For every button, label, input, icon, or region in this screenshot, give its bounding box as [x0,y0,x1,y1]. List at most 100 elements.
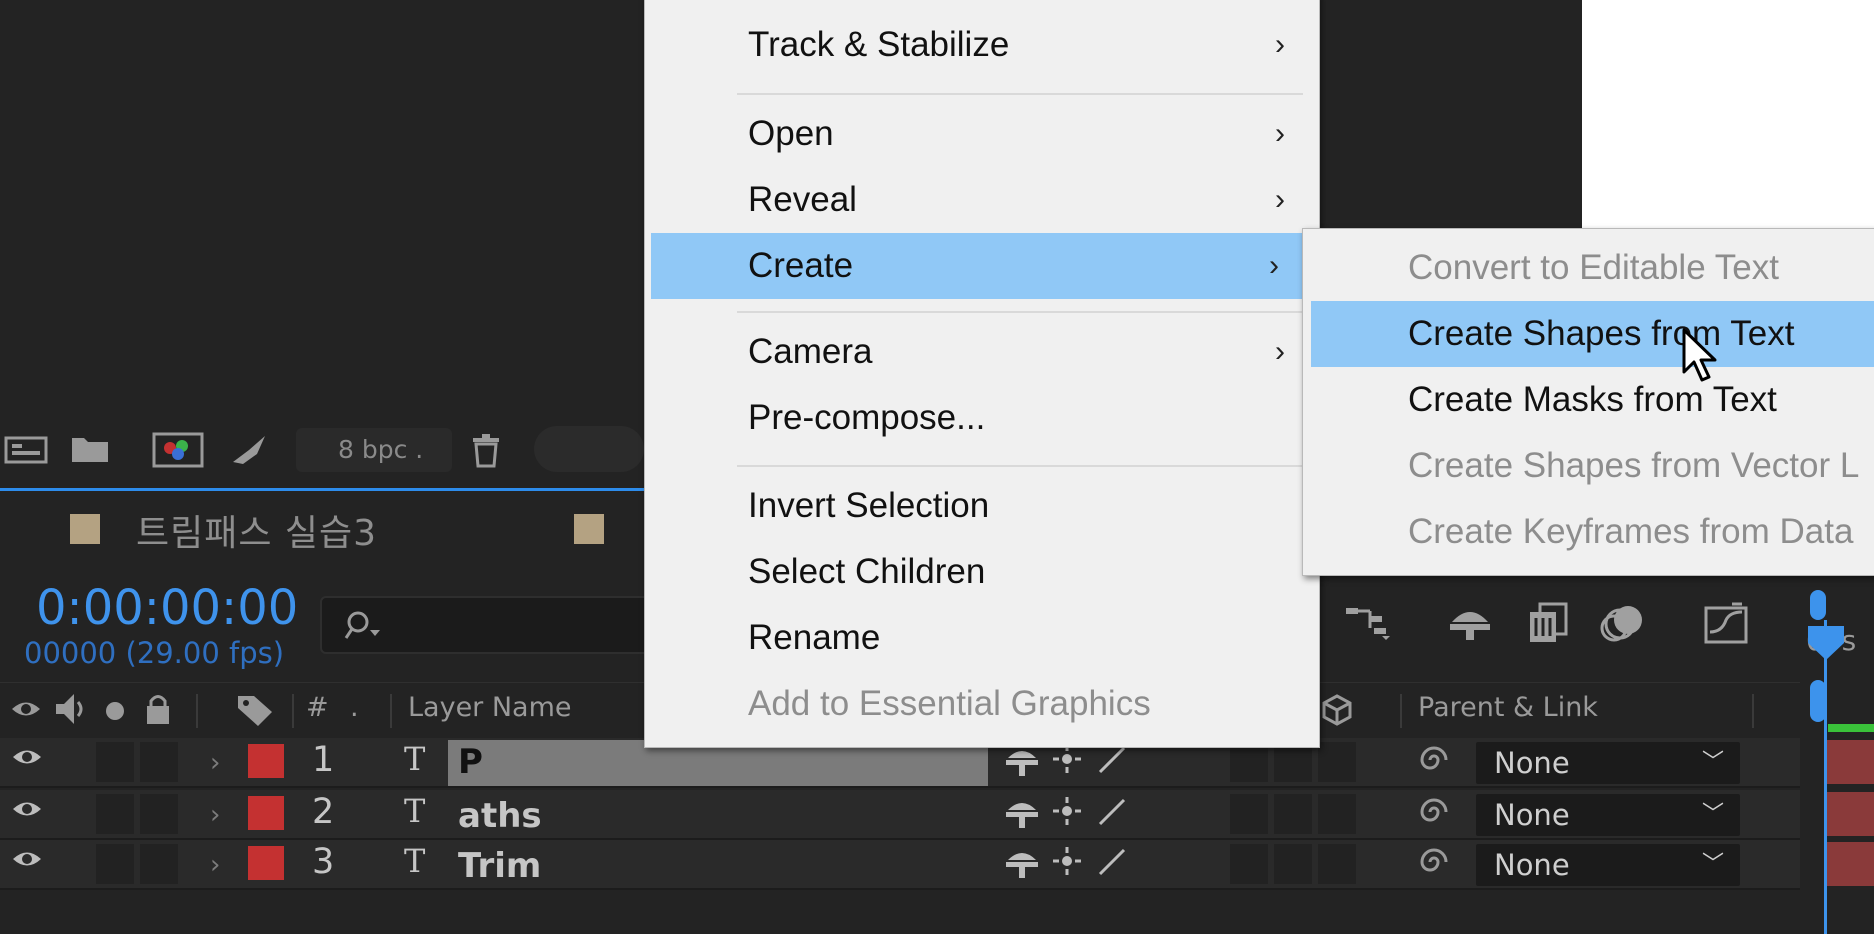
menu-item-camera[interactable]: Camera › [645,319,1319,385]
interpret-footage-icon[interactable] [4,432,48,468]
comp-label-swatch-2 [574,514,604,544]
menu-item-invert-selection[interactable]: Invert Selection [645,473,1319,539]
quality-switch-icon[interactable] [1096,796,1128,835]
layer-bar-3[interactable] [1826,842,1874,886]
menu-item-create[interactable]: Create › [651,233,1313,299]
shy-switch-icon[interactable] [1004,844,1040,887]
chevron-down-icon: ﹀ [1701,852,1724,877]
chevron-right-icon[interactable]: › [210,740,230,786]
layer-name[interactable]: P [458,742,483,782]
video-visibility-icon[interactable] [10,694,42,728]
chevron-down-icon: ﹀ [1701,802,1724,827]
current-timecode[interactable]: 0:00:00:00 [36,580,298,636]
switch-cell[interactable] [1274,794,1312,834]
switch-cell[interactable] [1274,844,1312,884]
switch-cell[interactable] [1318,794,1356,834]
switch-cell[interactable] [1230,794,1268,834]
audio-toggle[interactable] [96,844,134,884]
layer-bar-1[interactable] [1826,740,1874,784]
render-bar [1828,724,1874,732]
eye-icon[interactable] [8,844,46,884]
playhead-line[interactable] [1824,620,1827,934]
bit-depth-button[interactable]: 8 bpc . [296,428,452,472]
submenu-item-create-shapes-from-vector: Create Shapes from Vector L [1408,446,1860,485]
switch-cell[interactable] [1230,742,1268,782]
new-composition-icon[interactable] [152,432,204,468]
shy-switch-icon[interactable] [1004,742,1040,785]
panel-focus-line [0,488,650,491]
submenu-item-create-masks-from-text[interactable]: Create Masks from Text [1303,367,1874,433]
menu-item-select-children[interactable]: Select Children [645,539,1319,605]
switch-cell[interactable] [1274,742,1312,782]
quality-switch-icon[interactable] [1096,744,1128,783]
menu-item-open[interactable]: Open › [645,101,1319,167]
audio-toggle[interactable] [96,742,134,782]
solo-icon[interactable] [104,700,126,726]
create-submenu: Convert to Editable Text Create Shapes f… [1302,228,1874,576]
solo-toggle[interactable] [140,794,178,834]
graph-editor-icon[interactable] [1702,602,1750,648]
frame-info: 00000 (29.00 fps) [24,636,285,670]
collapse-switch-icon[interactable] [1052,846,1082,883]
text-layer-icon: T [404,792,426,830]
solo-toggle[interactable] [140,844,178,884]
solo-toggle[interactable] [140,742,178,782]
layer-name[interactable]: aths [458,796,542,836]
work-area-start-handle[interactable] [1810,590,1826,620]
search-icon [344,607,384,642]
column-separator [1400,694,1402,728]
chevron-right-icon: › [1269,249,1279,282]
layer-name[interactable]: Trim [458,846,541,886]
pick-whip-icon[interactable] [1416,794,1452,838]
menu-item-track-stabilize[interactable]: Track & Stabilize › [645,12,1319,78]
layer-label-color[interactable] [248,796,284,830]
composition-flowchart-icon[interactable] [1344,602,1392,648]
render-queue-icon[interactable] [228,432,272,468]
submenu-item-create-shapes-from-text[interactable]: Create Shapes from Text [1311,301,1874,367]
chevron-right-icon[interactable]: › [210,792,230,838]
shy-switch-icon[interactable] [1004,794,1040,837]
text-layer-icon: T [404,842,426,880]
parent-dropdown[interactable]: None ﹀ [1476,742,1740,784]
eye-icon[interactable] [8,794,46,834]
new-folder-icon[interactable] [68,432,112,468]
layer-label-color[interactable] [248,744,284,778]
column-parent-link[interactable]: Parent & Link [1418,692,1598,723]
parent-dropdown[interactable]: None ﹀ [1476,794,1740,836]
shy-layers-icon[interactable] [1446,602,1494,648]
chevron-right-icon[interactable]: › [210,842,230,888]
composition-tab[interactable]: 트림패스 실습3 [136,504,377,556]
menu-item-add-essential-graphics: Add to Essential Graphics [748,684,1151,723]
motion-blur-icon[interactable] [1600,602,1648,648]
layer-label-color[interactable] [248,846,284,880]
collapse-switch-icon[interactable] [1052,796,1082,833]
lock-icon[interactable] [144,692,172,730]
menu-separator [737,465,1303,467]
pick-whip-icon[interactable] [1416,742,1452,786]
menu-item-reveal[interactable]: Reveal › [645,167,1319,233]
submenu-item-convert-editable-text: Convert to Editable Text [1408,248,1779,287]
frame-blending-icon[interactable] [1524,602,1572,648]
label-tag-icon[interactable] [236,692,274,730]
pick-whip-icon[interactable] [1416,844,1452,888]
submenu-item-create-keyframes-from-data: Create Keyframes from Data [1408,512,1854,551]
switch-cell[interactable] [1230,844,1268,884]
quality-switch-icon[interactable] [1096,846,1128,885]
layer-search-input[interactable] [320,596,650,654]
3d-layer-icon[interactable] [1322,694,1352,730]
switch-cell[interactable] [1318,742,1356,782]
menu-item-rename[interactable]: Rename [645,605,1319,671]
audio-icon[interactable] [54,692,90,730]
column-hash[interactable]: # [306,692,329,723]
eye-icon[interactable] [8,742,46,782]
trash-icon[interactable] [464,432,508,468]
audio-toggle[interactable] [96,794,134,834]
parent-dropdown[interactable]: None ﹀ [1476,844,1740,886]
column-layer-name[interactable]: Layer Name [408,692,572,723]
comp-label-swatch [70,514,100,544]
collapse-switch-icon[interactable] [1052,744,1082,781]
menu-item-pre-compose[interactable]: Pre-compose... [645,385,1319,451]
switch-cell[interactable] [1318,844,1356,884]
chevron-right-icon: › [1275,117,1285,150]
layer-bar-2[interactable] [1826,792,1874,836]
